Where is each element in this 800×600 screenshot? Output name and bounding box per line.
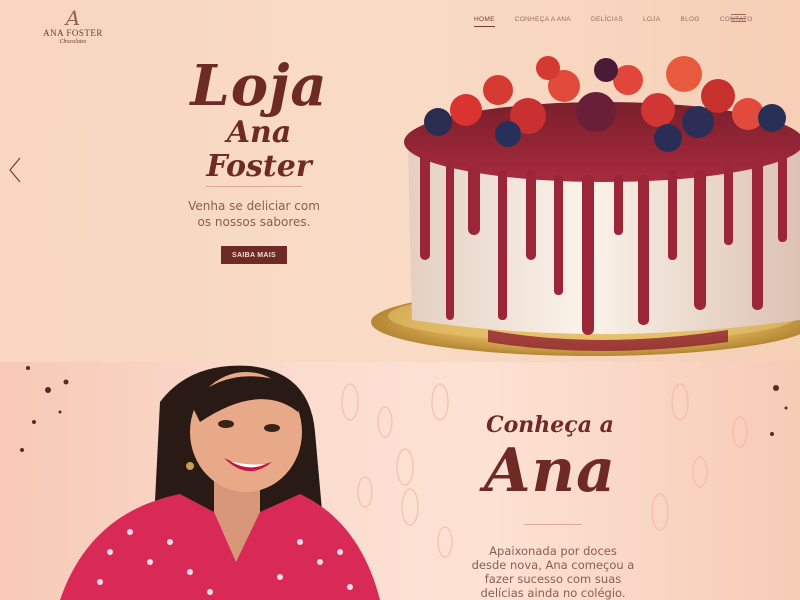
about-divider bbox=[524, 524, 582, 525]
logo-subtitle: Chocolates bbox=[59, 39, 87, 45]
chevron-left-icon[interactable] bbox=[8, 157, 22, 183]
nav-item-home[interactable]: HOME bbox=[474, 16, 495, 27]
hero-text: Venha se deliciar com os nossos sabores. bbox=[188, 199, 320, 229]
cake-image bbox=[371, 56, 800, 356]
nav-item-loja[interactable]: LOJA bbox=[643, 16, 660, 23]
logo-mark: A bbox=[65, 6, 81, 30]
nav-item-blog[interactable]: BLOG bbox=[680, 16, 699, 23]
hero-title-line1: Loja bbox=[190, 53, 328, 119]
logo-name: ANA FOSTER bbox=[43, 28, 103, 38]
hero-divider bbox=[206, 186, 302, 187]
hero-title-line2: Ana Foster bbox=[206, 115, 312, 184]
hamburger-icon[interactable] bbox=[731, 14, 746, 22]
nav-item-delicias[interactable]: DELÍCIAS bbox=[591, 16, 623, 23]
hero-title: Loja Ana Foster bbox=[174, 56, 344, 184]
saiba-mais-button[interactable]: SAIBA MAIS bbox=[221, 246, 287, 264]
main-nav: HOME CONHEÇA A ANA DELÍCIAS LOJA BLOG CO… bbox=[474, 12, 773, 27]
about-text: Apaixonada por doces desde nova, Ana com… bbox=[471, 544, 635, 600]
ana-portrait-image bbox=[60, 365, 380, 600]
nav-item-conheca-a-ana[interactable]: CONHEÇA A ANA bbox=[515, 16, 571, 23]
about-section: Conheça a Ana Apaixonada por doces desde… bbox=[0, 362, 800, 600]
about-title: Conheça a Ana bbox=[460, 412, 640, 504]
hero-section: A ANA FOSTER Chocolates HOME CONHEÇA A A… bbox=[0, 0, 800, 362]
about-title-line1: Conheça a bbox=[486, 412, 614, 438]
logo[interactable]: A ANA FOSTER Chocolates bbox=[40, 8, 106, 48]
about-title-line2: Ana bbox=[483, 436, 617, 506]
